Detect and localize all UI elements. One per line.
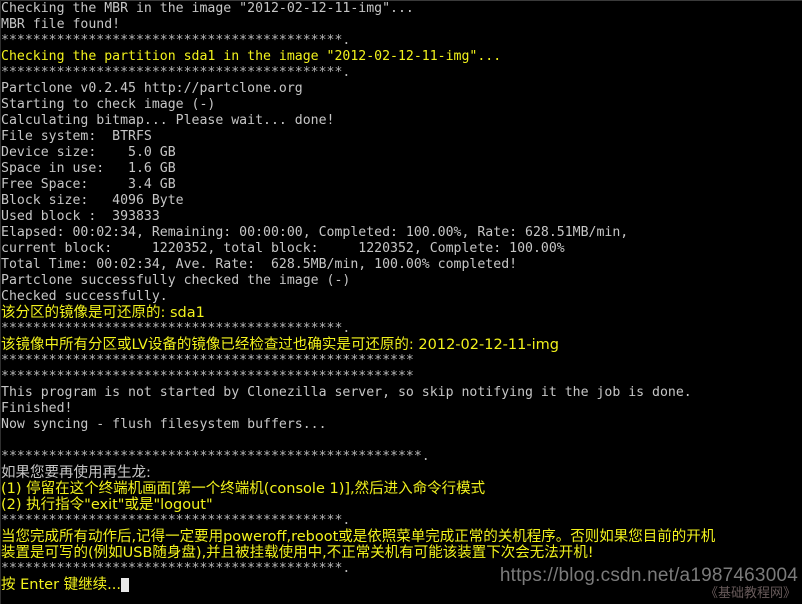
terminal-line: ****************************************… — [1, 449, 430, 464]
terminal-line: Elapsed: 00:02:34, Remaining: 00:00:00, … — [1, 225, 629, 240]
terminal-line: 该镜像中所有分区或LV设备的镜像已经检查过也确实是可还原的: 2012-02-1… — [1, 337, 559, 353]
terminal-line: Used block : 393833 — [1, 209, 160, 224]
terminal-line: File system: BTRFS — [1, 129, 152, 144]
block-cursor — [120, 578, 129, 592]
terminal-line: Checking the partition sda1 in the image… — [1, 49, 502, 64]
terminal-line: ****************************************… — [1, 321, 351, 336]
terminal-line: This program is not started by Clonezill… — [1, 385, 692, 400]
terminal-line: Now syncing - flush filesystem buffers..… — [1, 417, 327, 432]
continue-prompt: 按 Enter 键继续... — [1, 577, 802, 593]
terminal-line: ****************************************… — [1, 33, 351, 48]
terminal-line: (2) 执行指令"exit"或是"logout" — [1, 497, 213, 513]
terminal-output: Checking the MBR in the image "2012-02-1… — [0, 1, 802, 593]
terminal-line: ****************************************… — [1, 513, 351, 528]
terminal-line: Finished! — [1, 401, 73, 416]
terminal-line: Checked successfully. — [1, 289, 168, 304]
terminal-line: 当您完成所有动作后,记得一定要用poweroff,reboot或是依照菜单完成正… — [1, 529, 716, 545]
terminal-line: 装置是可写的(例如USB随身盘),并且被挂载使用中,不正常关机有可能该装置下次会… — [1, 545, 594, 561]
terminal-line: 该分区的镜像是可还原的: sda1 — [1, 305, 205, 321]
terminal-line: Space in use: 1.6 GB — [1, 161, 176, 176]
terminal-line: ****************************************… — [1, 65, 351, 80]
terminal-line: ****************************************… — [1, 353, 414, 368]
terminal-line: Free Space: 3.4 GB — [1, 177, 176, 192]
terminal-line: Checking the MBR in the image "2012-02-1… — [1, 1, 414, 16]
terminal-line: Starting to check image (-) — [1, 97, 216, 112]
terminal-line: Partclone successfully checked the image… — [1, 273, 351, 288]
terminal-window[interactable]: Checking the MBR in the image "2012-02-1… — [0, 0, 802, 604]
terminal-line: Total Time: 00:02:34, Ave. Rate: 628.5MB… — [1, 257, 518, 272]
terminal-line: 如果您要再使用再生龙: — [1, 465, 151, 481]
terminal-line: ****************************************… — [1, 369, 414, 384]
terminal-line: ****************************************… — [1, 561, 351, 576]
terminal-line: Block size: 4096 Byte — [1, 193, 184, 208]
terminal-line: current block: 1220352, total block: 122… — [1, 241, 565, 256]
terminal-line: Partclone v0.2.45 http://partclone.org — [1, 81, 303, 96]
terminal-line: MBR file found! — [1, 17, 121, 32]
terminal-line: (1) 停留在这个终端机画面[第一个终端机(console 1)],然后进入命令… — [1, 481, 486, 497]
terminal-line: Device size: 5.0 GB — [1, 145, 176, 160]
terminal-line: Calculating bitmap... Please wait... don… — [1, 113, 335, 128]
